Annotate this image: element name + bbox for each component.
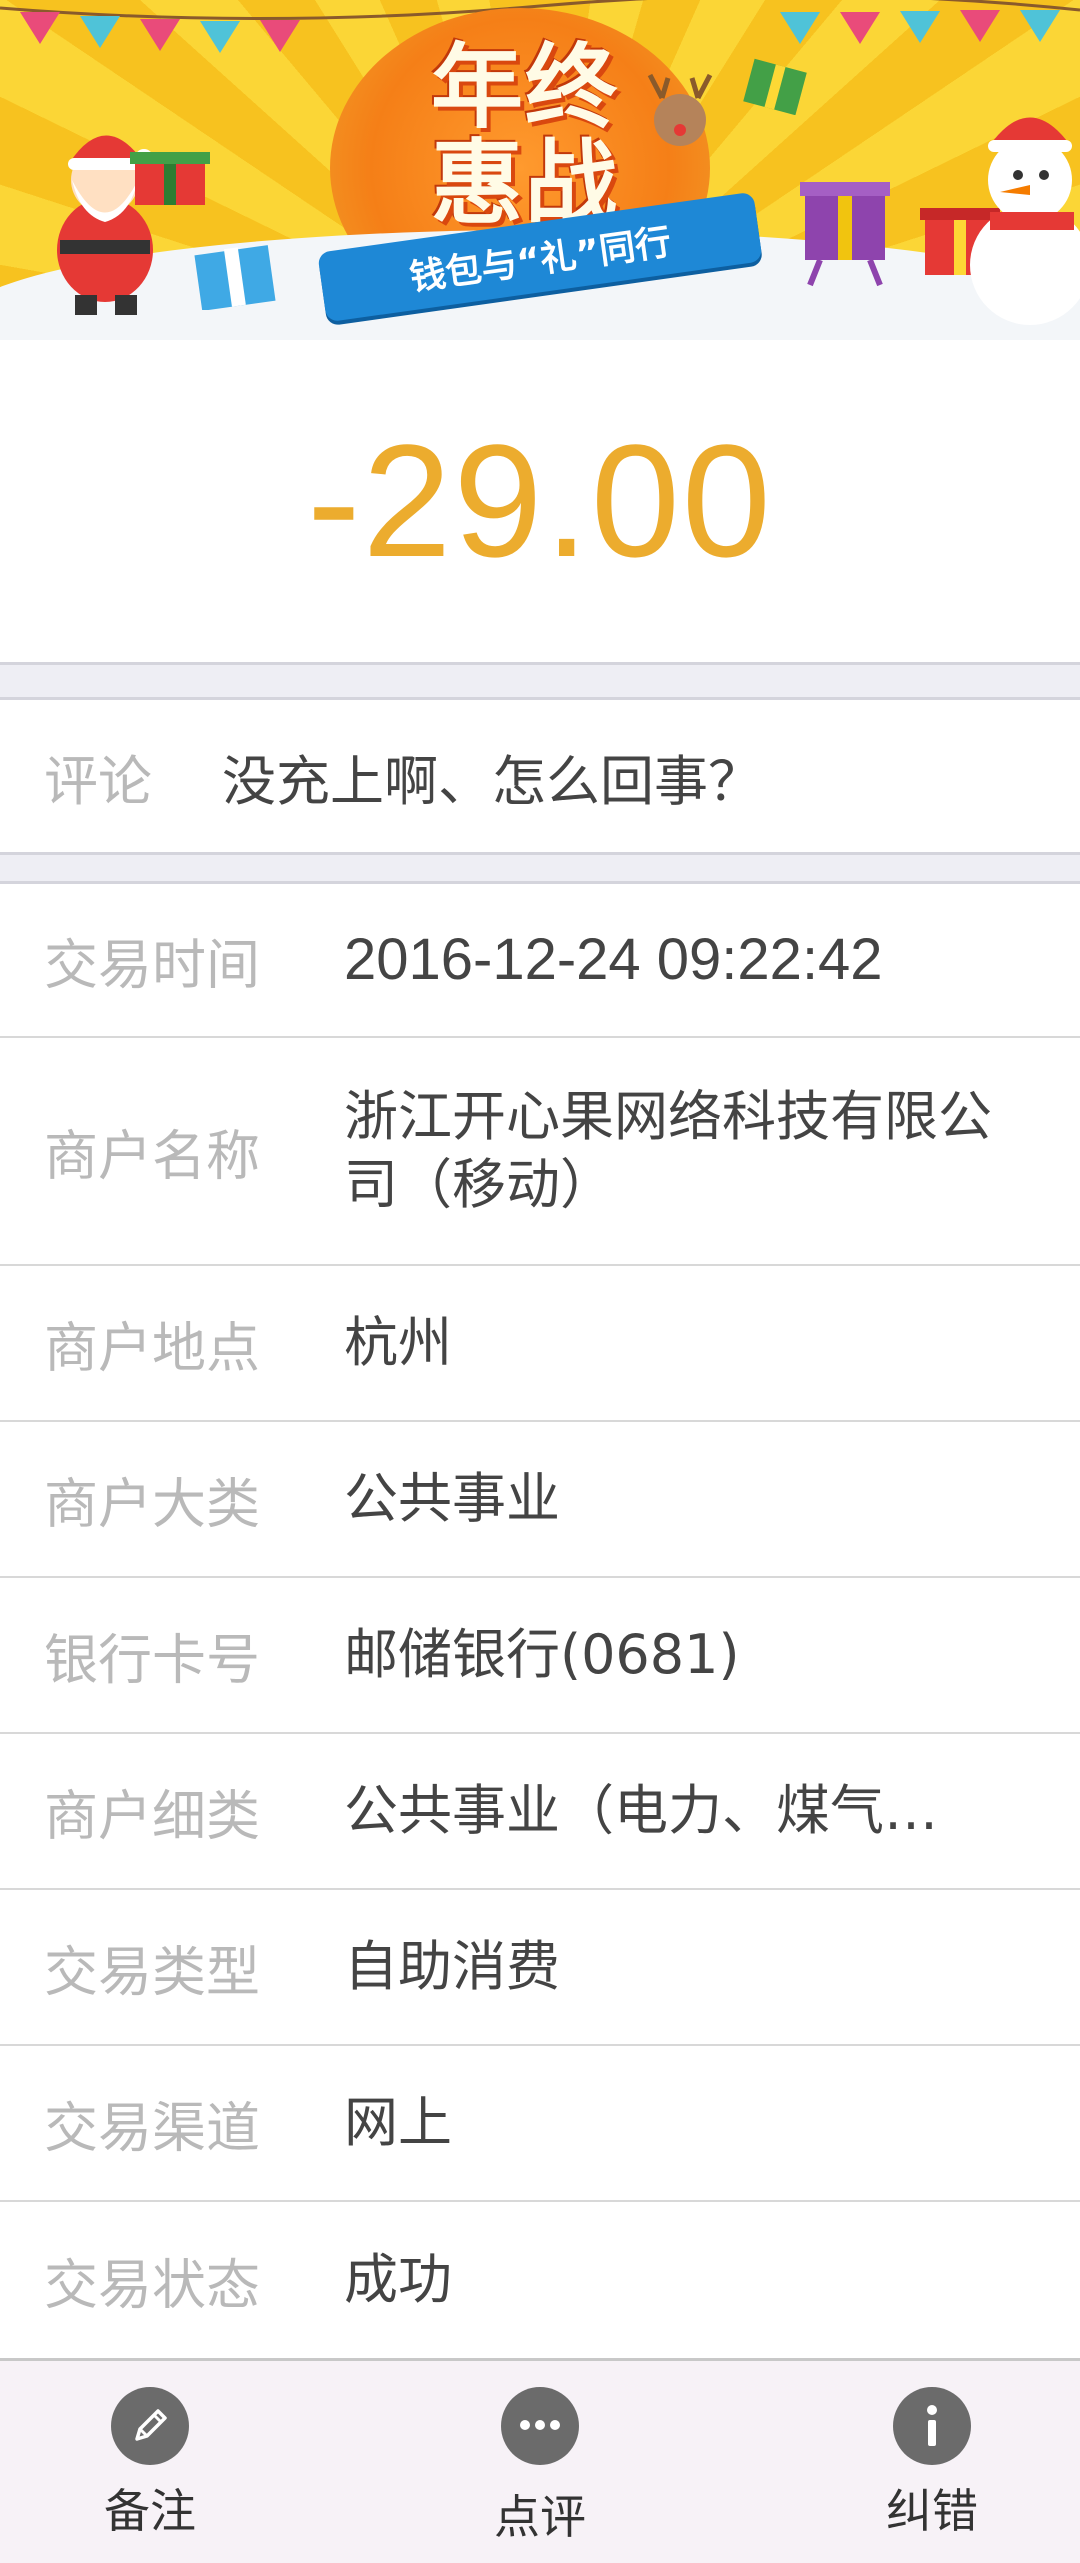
detail-label: 银行卡号 xyxy=(44,1628,260,1692)
detail-label: 商户地点 xyxy=(44,1316,260,1380)
detail-label: 交易时间 xyxy=(44,933,260,997)
section-divider xyxy=(0,662,1080,700)
review-label: 点评 xyxy=(494,2490,586,2544)
pencil-icon xyxy=(111,2387,189,2465)
detail-row-merchant-name: 商户名称 浙江开心果网络科技有限公司（移动） xyxy=(0,1038,1080,1266)
detail-value: 2016-12-24 09:22:42 xyxy=(344,927,883,992)
detail-label: 商户细类 xyxy=(44,1784,260,1848)
gift-icon xyxy=(194,245,276,310)
gift-icon xyxy=(800,182,890,287)
section-divider xyxy=(0,852,1080,884)
detail-label: 商户名称 xyxy=(44,1124,260,1188)
bottom-tab-bar: 备注 点评 纠错 xyxy=(0,2358,1080,2563)
detail-row-merchant-location: 商户地点 杭州 xyxy=(0,1266,1080,1422)
detail-value: 杭州 xyxy=(344,1311,452,1374)
transaction-amount: -29.00 xyxy=(307,411,773,590)
detail-label: 交易类型 xyxy=(44,1940,260,2004)
detail-row-transaction-type: 交易类型 自助消费 xyxy=(0,1890,1080,2046)
detail-label: 交易状态 xyxy=(44,2253,260,2317)
detail-row-status: 交易状态 成功 xyxy=(0,2202,1080,2358)
remark-button[interactable]: 备注 xyxy=(30,2361,270,2563)
gift-icon xyxy=(130,152,210,205)
detail-value: 浙江开心果网络科技有限公司（移动） xyxy=(344,1085,992,1216)
detail-value: 公共事业（电力、煤气… xyxy=(344,1779,938,1842)
detail-row-time: 交易时间 2016-12-24 09:22:42 xyxy=(0,884,1080,1038)
reindeer-illustration xyxy=(647,73,713,146)
correct-button[interactable]: 纠错 xyxy=(812,2361,1052,2563)
gift-icon xyxy=(743,58,807,115)
correct-label: 纠错 xyxy=(886,2484,978,2538)
detail-value: 公共事业 xyxy=(344,1467,560,1530)
review-button[interactable]: 点评 xyxy=(420,2361,660,2563)
comment-row[interactable]: 评论 没充上啊、怎么回事？ xyxy=(0,700,1080,852)
detail-label: 交易渠道 xyxy=(44,2096,260,2160)
detail-row-bank-card: 银行卡号 邮储银行(0681) xyxy=(0,1578,1080,1734)
chat-bubble-icon xyxy=(501,2387,579,2465)
detail-value: 邮储银行(0681) xyxy=(344,1623,740,1686)
detail-row-merchant-category: 商户大类 公共事业 xyxy=(0,1422,1080,1578)
info-icon xyxy=(893,2387,971,2465)
snowman-illustration xyxy=(970,117,1080,325)
remark-label: 备注 xyxy=(104,2484,196,2538)
banner-title: 年终惠战 xyxy=(430,34,619,237)
detail-row-merchant-subcategory[interactable]: 商户细类 公共事业（电力、煤气… xyxy=(0,1734,1080,1890)
amount-section: -29.00 xyxy=(0,340,1080,662)
detail-value: 成功 xyxy=(344,2248,452,2311)
detail-value: 自助消费 xyxy=(344,1935,560,1998)
comment-label: 评论 xyxy=(44,749,152,813)
detail-label: 商户大类 xyxy=(44,1472,260,1536)
transaction-details: 交易时间 2016-12-24 09:22:42 商户名称 浙江开心果网络科技有… xyxy=(0,884,1080,2358)
comment-text: 没充上啊、怎么回事？ xyxy=(222,749,762,813)
detail-row-channel: 交易渠道 网上 xyxy=(0,2046,1080,2202)
promo-banner[interactable]: 年终惠战 钱包与“礼”同行 xyxy=(0,0,1080,340)
detail-value: 网上 xyxy=(344,2091,452,2154)
